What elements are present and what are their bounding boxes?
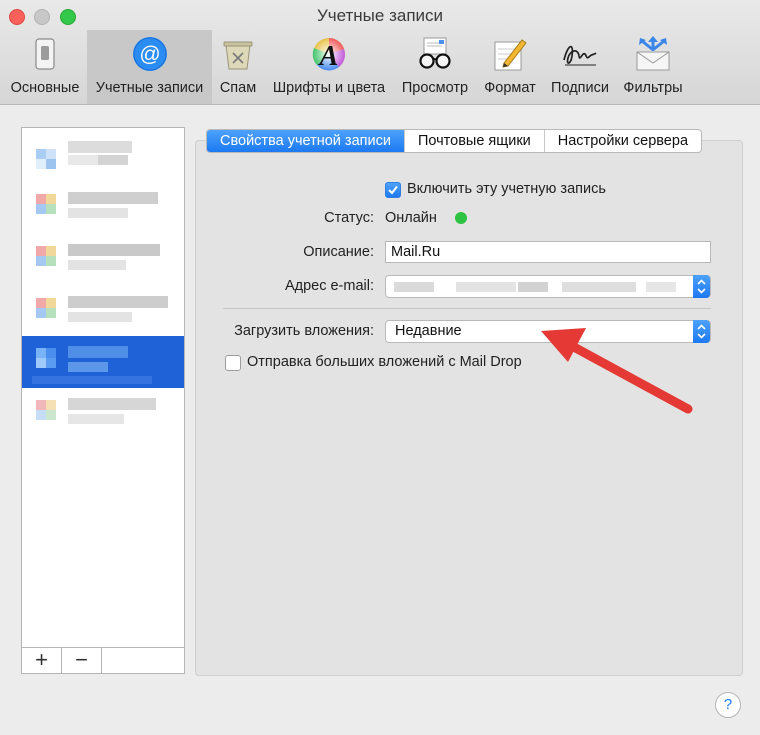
- status-value: Онлайн: [385, 210, 437, 226]
- svg-text:@: @: [139, 43, 160, 66]
- accounts-at-icon: @: [132, 36, 168, 72]
- toolbar-item-rules[interactable]: Фильтры: [618, 30, 688, 104]
- mail-drop-label: Отправка больших вложений с Mail Drop: [247, 354, 522, 370]
- toolbar-item-viewing[interactable]: Просмотр: [396, 30, 474, 104]
- toolbar-label: Фильтры: [623, 80, 683, 96]
- toolbar-item-accounts[interactable]: @ Учетные записи: [87, 30, 212, 104]
- filters-envelope-icon: [635, 36, 671, 72]
- title-bar: Учетные записи Основные @ Учетные записи: [0, 0, 760, 105]
- account-row-selected[interactable]: [22, 336, 184, 388]
- accounts-list: [21, 127, 185, 648]
- description-field[interactable]: Mail.Ru: [385, 241, 711, 263]
- download-attachments-label: Загрузить вложения:: [234, 323, 374, 339]
- account-row[interactable]: [22, 288, 184, 340]
- toolbar-label: Формат: [484, 80, 536, 96]
- toolbar-label: Просмотр: [401, 80, 469, 96]
- section-divider: [223, 308, 711, 309]
- tab-account-information[interactable]: Свойства учетной записи: [207, 130, 405, 152]
- email-address-popup[interactable]: [385, 275, 711, 298]
- chevron-up-down-icon: [693, 320, 710, 343]
- tab-server-settings[interactable]: Настройки сервера: [545, 130, 701, 152]
- download-attachments-popup[interactable]: Недавние: [385, 320, 711, 343]
- chevron-up-down-icon: [693, 275, 710, 298]
- enable-account-label: Включить эту учетную запись: [407, 181, 606, 197]
- trash-bin-icon: [220, 36, 256, 72]
- toolbar-label: Основные: [10, 80, 80, 96]
- download-attachments-value: Недавние: [395, 323, 462, 339]
- toolbar-item-signatures[interactable]: Подписи: [543, 30, 617, 104]
- account-row[interactable]: [22, 390, 184, 442]
- toolbar-label: Спам: [219, 80, 257, 96]
- settings-tab-bar: Свойства учетной записи Почтовые ящики Н…: [206, 129, 703, 153]
- tab-mailbox-behaviors[interactable]: Почтовые ящики: [405, 130, 545, 152]
- remove-account-button[interactable]: −: [62, 648, 102, 673]
- account-row[interactable]: [22, 236, 184, 288]
- checkmark-icon: [388, 185, 398, 195]
- add-account-button[interactable]: +: [22, 648, 62, 673]
- description-label: Описание:: [303, 244, 374, 260]
- toolbar-label: Учетные записи: [95, 80, 204, 96]
- toolbar-label: Шрифты и цвета: [272, 80, 386, 96]
- window-title: Учетные записи: [316, 6, 444, 25]
- account-settings-panel: [195, 140, 743, 676]
- account-row[interactable]: [22, 131, 184, 183]
- toolbar-item-junk[interactable]: Спам: [214, 30, 262, 104]
- toolbar-item-fonts[interactable]: A Шрифты и цвета: [266, 30, 392, 104]
- glasses-icon: [417, 36, 453, 72]
- status-online-indicator: [455, 212, 467, 224]
- preferences-window: Учетные записи Основные @ Учетные записи: [0, 0, 760, 735]
- email-label: Адрес e-mail:: [284, 278, 374, 294]
- account-row[interactable]: [22, 184, 184, 236]
- signature-icon: [562, 36, 598, 72]
- toolbar-item-composing[interactable]: Формат: [480, 30, 540, 104]
- accounts-list-footer: + −: [21, 647, 185, 674]
- toolbar-label: Подписи: [551, 80, 609, 96]
- fonts-colors-icon: A: [311, 36, 347, 72]
- pencil-paper-icon: [492, 36, 528, 72]
- mail-drop-checkbox[interactable]: [225, 355, 241, 371]
- general-switch-icon: [27, 36, 63, 72]
- svg-text:A: A: [318, 41, 339, 72]
- status-label: Статус:: [324, 210, 374, 226]
- help-button[interactable]: ?: [715, 692, 741, 718]
- toolbar-item-general[interactable]: Основные: [4, 30, 86, 104]
- enable-account-checkbox[interactable]: [385, 182, 401, 198]
